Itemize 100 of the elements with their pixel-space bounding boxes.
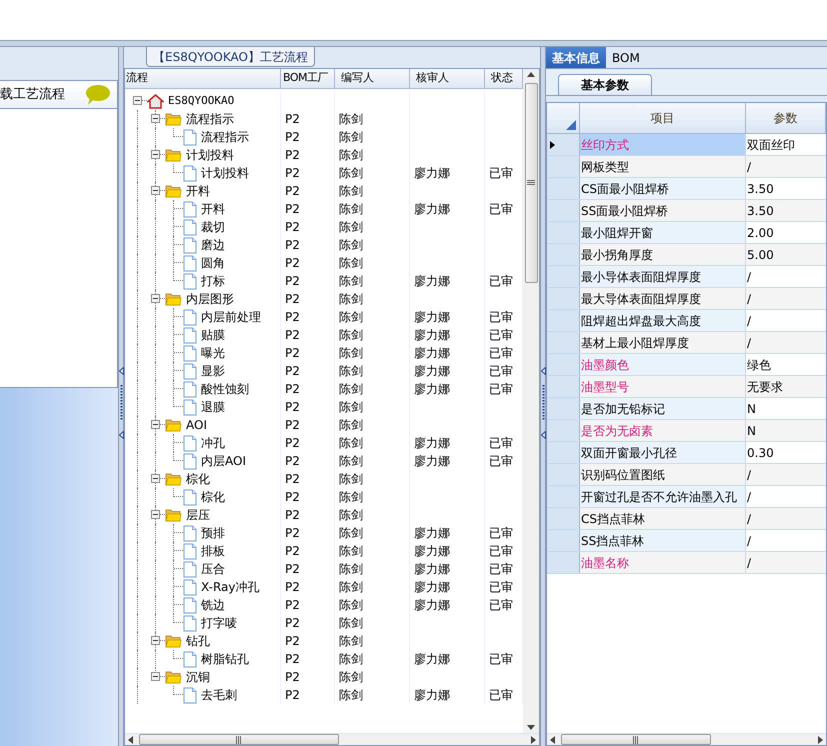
tree-node-label[interactable]: 内层图形	[186, 291, 234, 307]
tree-node-label[interactable]: 内层前处理	[201, 309, 261, 325]
table-cell: P2	[285, 669, 300, 685]
tree-node-label[interactable]: 去毛刺	[201, 687, 237, 703]
tree-node-label[interactable]: 树脂钻孔	[201, 651, 249, 667]
collapse-icon[interactable]	[151, 636, 160, 645]
grid-cell: SS面最小阻焊桥	[580, 200, 746, 221]
panel-title: 载工艺流程	[0, 86, 65, 104]
grid-cell: 最大导体表面阻焊厚度	[580, 288, 746, 309]
table-cell: P2	[285, 687, 300, 703]
document-icon	[183, 236, 197, 254]
table-cell: 陈剑	[339, 453, 363, 469]
table-cell: P2	[285, 129, 300, 145]
tree-node-label[interactable]: 冲孔	[201, 435, 225, 451]
table-cell: 陈剑	[339, 579, 363, 595]
table-cell: 已审	[489, 363, 513, 379]
collapse-icon[interactable]	[151, 474, 160, 483]
table-cell: 廖力娜	[414, 327, 450, 343]
collapse-icon[interactable]	[133, 96, 142, 105]
table-cell: P2	[285, 417, 300, 433]
table-cell: P2	[285, 579, 300, 595]
tree-node-label[interactable]: 曝光	[201, 345, 225, 361]
table-cell: 已审	[489, 273, 513, 289]
table-cell: 陈剑	[339, 561, 363, 577]
tree-node-label[interactable]: 计划投料	[201, 165, 249, 181]
sub-tab[interactable]: 基本参数	[558, 74, 652, 95]
panel-tab[interactable]: 【ES8QYOOKAO】工艺流程	[146, 47, 315, 67]
collapse-icon[interactable]	[151, 672, 160, 681]
corner-triangle-icon	[566, 120, 576, 130]
column-header[interactable]: 项目	[580, 103, 746, 133]
tree-node-label[interactable]: 流程指示	[186, 111, 234, 127]
collapse-icon[interactable]	[151, 420, 160, 429]
collapse-icon[interactable]	[151, 186, 160, 195]
document-icon	[183, 128, 197, 146]
tree-node-label[interactable]: AOI	[186, 417, 207, 433]
tree-node-label[interactable]: 开料	[201, 201, 225, 217]
tree-node-label[interactable]: 沉铜	[186, 669, 210, 685]
speech-bubble-icon[interactable]	[85, 84, 111, 106]
tab[interactable]: 基本信息	[546, 47, 606, 68]
tree-node-label[interactable]: 裁切	[201, 219, 225, 235]
table-cell: 已审	[489, 327, 513, 343]
grid-cell: 阻焊超出焊盘最大高度	[580, 310, 746, 331]
column-header[interactable]: BOM工厂	[281, 69, 335, 88]
table-cell: 陈剑	[339, 507, 363, 523]
tab[interactable]: BOM	[606, 47, 646, 68]
table-cell: 陈剑	[339, 327, 363, 343]
folder-icon	[165, 148, 182, 162]
tree-node-label[interactable]: 预排	[201, 525, 225, 541]
tree-node-label[interactable]: 层压	[186, 507, 210, 523]
tree-node-label[interactable]: 圆角	[201, 255, 225, 271]
collapse-icon[interactable]	[151, 510, 160, 519]
grip-icon	[120, 385, 122, 421]
tree-node-label[interactable]: 铣边	[201, 597, 225, 613]
tree-node-label[interactable]: 退膜	[201, 399, 225, 415]
table-cell: 陈剑	[339, 651, 363, 667]
table-cell: 陈剑	[339, 669, 363, 685]
table-cell: 陈剑	[339, 147, 363, 163]
collapse-icon[interactable]	[151, 294, 160, 303]
row-header[interactable]	[547, 134, 580, 155]
collapse-icon[interactable]	[151, 114, 160, 123]
column-header[interactable]: 参数	[746, 103, 826, 133]
tree-node-label[interactable]: 贴膜	[201, 327, 225, 343]
tree-node-label[interactable]: 流程指示	[201, 129, 249, 145]
table-cell: 廖力娜	[414, 597, 450, 613]
tree-node-label[interactable]: ES8QYOOKAO	[168, 93, 234, 109]
column-header[interactable]: 流程	[125, 69, 281, 88]
column-header[interactable]: 编写人	[335, 69, 410, 88]
column-header[interactable]: 核审人	[410, 69, 485, 88]
document-icon	[183, 200, 197, 218]
tree-node-label[interactable]: 棕化	[201, 489, 225, 505]
tree-node-label[interactable]: 显影	[201, 363, 225, 379]
scrollbar-thumb[interactable]	[561, 734, 711, 745]
grid-cell: /	[746, 464, 826, 485]
tree-node-label[interactable]: 打标	[201, 273, 225, 289]
tree-node-label[interactable]: 内层AOI	[201, 453, 246, 469]
table-cell: P2	[285, 651, 300, 667]
tree-node-label[interactable]: 计划投料	[186, 147, 234, 163]
collapse-icon[interactable]	[151, 150, 160, 159]
tree-node-label[interactable]: 磨边	[201, 237, 225, 253]
scrollbar-thumb[interactable]	[139, 734, 339, 745]
table-cell: 陈剑	[339, 219, 363, 235]
scrollbar-thumb[interactable]	[524, 83, 538, 283]
horizontal-scrollbar[interactable]	[125, 733, 539, 745]
vertical-scrollbar[interactable]	[523, 69, 539, 733]
tree-node-label[interactable]: X-Ray冲孔	[201, 579, 260, 595]
tree-node-label[interactable]: 开料	[186, 183, 210, 199]
tree-node-label[interactable]: 排板	[201, 543, 225, 559]
tree-node-label[interactable]: 钻孔	[186, 633, 210, 649]
horizontal-scrollbar[interactable]	[547, 733, 826, 745]
table-cell: P2	[285, 327, 300, 343]
table-cell: 廖力娜	[414, 435, 450, 451]
table-cell: 陈剑	[339, 273, 363, 289]
tree-node-label[interactable]: 压合	[201, 561, 225, 577]
tree-node-label[interactable]: 棕化	[186, 471, 210, 487]
tree-node-label[interactable]: 打字唛	[201, 615, 237, 631]
grip-icon	[236, 736, 242, 744]
grip-icon	[633, 736, 639, 744]
grid-cell: 油墨名称	[580, 552, 746, 573]
tree-node-label[interactable]: 酸性蚀刻	[201, 381, 249, 397]
grid-cell: 是否为无卤素	[580, 420, 746, 441]
